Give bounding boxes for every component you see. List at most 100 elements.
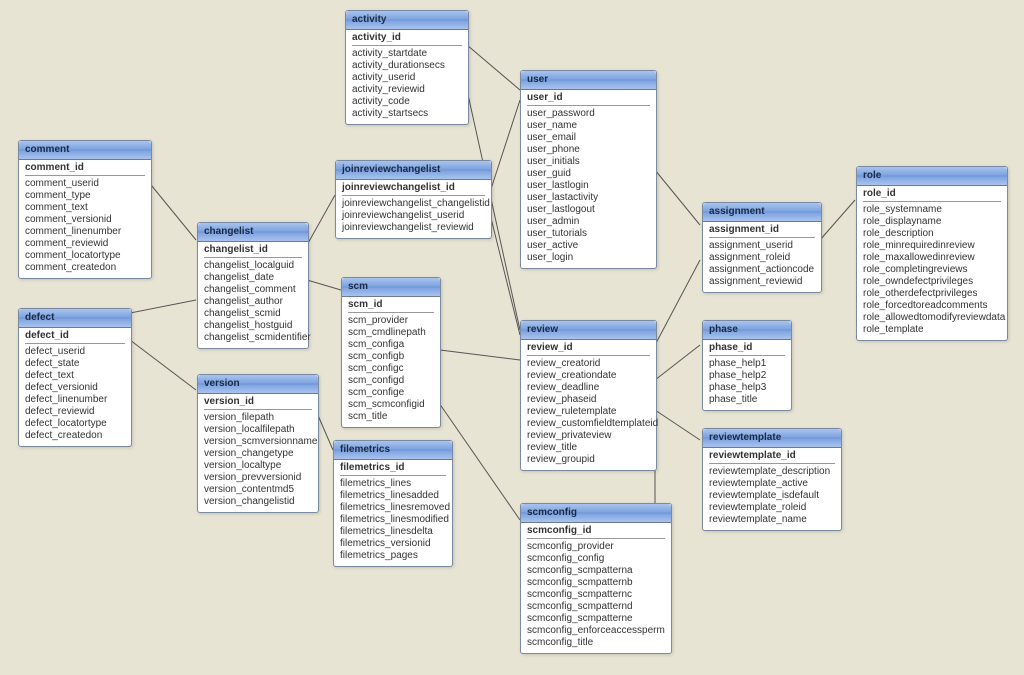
field: scmconfig_enforceaccessperm — [527, 625, 665, 637]
primary-key: changelist_id — [204, 244, 302, 258]
field: comment_text — [25, 202, 145, 214]
field: defect_reviewid — [25, 406, 125, 418]
field: scmconfig_scmpatternd — [527, 601, 665, 613]
field: scm_configa — [348, 339, 434, 351]
field: comment_reviewid — [25, 238, 145, 250]
primary-key: phase_id — [709, 342, 785, 356]
field: version_contentmd5 — [204, 484, 312, 496]
field: version_changetype — [204, 448, 312, 460]
field: reviewtemplate_name — [709, 514, 835, 526]
field: filemetrics_pages — [340, 550, 446, 562]
field: assignment_roleid — [709, 252, 815, 264]
entity-body: role_idrole_systemnamerole_displaynamero… — [857, 186, 1007, 340]
field: filemetrics_versionid — [340, 538, 446, 550]
entity-title: filemetrics — [334, 441, 452, 460]
field: version_scmversionname — [204, 436, 312, 448]
field: scm_scmconfigid — [348, 399, 434, 411]
entity-body: phase_idphase_help1phase_help2phase_help… — [703, 340, 791, 410]
field: scmconfig_provider — [527, 541, 665, 553]
entity-scm[interactable]: scmscm_idscm_providerscm_cmdlinepathscm_… — [341, 277, 441, 428]
field: assignment_actioncode — [709, 264, 815, 276]
primary-key: reviewtemplate_id — [709, 450, 835, 464]
field: phase_help1 — [709, 358, 785, 370]
entity-title: changelist — [198, 223, 308, 242]
entity-title: joinreviewchangelist — [336, 161, 491, 180]
entity-title: defect — [19, 309, 131, 328]
entity-body: assignment_idassignment_useridassignment… — [703, 222, 821, 292]
field: role_forcedtoreadcomments — [863, 300, 1001, 312]
entity-title: scm — [342, 278, 440, 297]
entity-body: joinreviewchangelist_id joinreviewchangel… — [336, 180, 491, 238]
entity-assignment[interactable]: assignmentassignment_idassignment_userid… — [702, 202, 822, 293]
field: user_tutorials — [527, 228, 650, 240]
entity-defect[interactable]: defectdefect_iddefect_useriddefect_state… — [18, 308, 132, 447]
field: comment_type — [25, 190, 145, 202]
entity-body: scmconfig_idscmconfig_providerscmconfig_… — [521, 523, 671, 653]
field: role_displayname — [863, 216, 1001, 228]
field: defect_state — [25, 358, 125, 370]
entity-title: assignment — [703, 203, 821, 222]
entity-phase[interactable]: phasephase_idphase_help1phase_help2phase… — [702, 320, 792, 411]
field: comment_userid — [25, 178, 145, 190]
entity-title: phase — [703, 321, 791, 340]
field: review_phaseid — [527, 394, 650, 406]
entity-version[interactable]: versionversion_idversion_filepathversion… — [197, 374, 319, 513]
field: changelist_date — [204, 272, 302, 284]
entity-body: defect_iddefect_useriddefect_statedefect… — [19, 328, 131, 446]
primary-key: joinreviewchangelist_id — [342, 182, 485, 196]
entity-scmconfig[interactable]: scmconfigscmconfig_idscmconfig_providers… — [520, 503, 672, 654]
entity-changelist[interactable]: changelistchangelist_idchangelist_localg… — [197, 222, 309, 349]
entity-reviewtemplate[interactable]: reviewtemplatereviewtemplate_idreviewtem… — [702, 428, 842, 531]
field: user_admin — [527, 216, 650, 228]
entity-body: reviewtemplate_idreviewtemplate_descript… — [703, 448, 841, 530]
field: version_localtype — [204, 460, 312, 472]
field: changelist_scmid — [204, 308, 302, 320]
field: user_name — [527, 120, 650, 132]
entity-body: scm_idscm_providerscm_cmdlinepathscm_con… — [342, 297, 440, 427]
field: changelist_hostguid — [204, 320, 302, 332]
field: assignment_reviewid — [709, 276, 815, 288]
field: activity_durationsecs — [352, 60, 462, 72]
field: scm_title — [348, 411, 434, 423]
field: role_minrequiredinreview — [863, 240, 1001, 252]
field: defect_linenumber — [25, 394, 125, 406]
entity-title: review — [521, 321, 656, 340]
field: user_email — [527, 132, 650, 144]
field: role_completingreviews — [863, 264, 1001, 276]
field: scmconfig_scmpatterne — [527, 613, 665, 625]
field: defect_userid — [25, 346, 125, 358]
entity-joinreviewchangelist[interactable]: joinreviewchangelistjoinreviewchangelist… — [335, 160, 492, 239]
field: changelist_comment — [204, 284, 302, 296]
entity-title: version — [198, 375, 318, 394]
field: role_template — [863, 324, 1001, 336]
field: reviewtemplate_roleid — [709, 502, 835, 514]
field: review_privateview — [527, 430, 650, 442]
field: comment_locatortype — [25, 250, 145, 262]
entity-role[interactable]: rolerole_idrole_systemnamerole_displayna… — [856, 166, 1008, 341]
entity-review[interactable]: reviewreview_idreview_creatoridreview_cr… — [520, 320, 657, 471]
field: comment_createdon — [25, 262, 145, 274]
entity-user[interactable]: useruser_iduser_passworduser_nameuser_em… — [520, 70, 657, 269]
field: joinreviewchangelist_changelistid — [342, 198, 485, 210]
entity-activity[interactable]: activityactivity_idactivity_startdateact… — [345, 10, 469, 125]
field: version_prevversionid — [204, 472, 312, 484]
primary-key: role_id — [863, 188, 1001, 202]
field: scmconfig_scmpatternc — [527, 589, 665, 601]
field: user_lastlogout — [527, 204, 650, 216]
field: phase_title — [709, 394, 785, 406]
field: filemetrics_linesdelta — [340, 526, 446, 538]
primary-key: version_id — [204, 396, 312, 410]
entity-filemetrics[interactable]: filemetrics filemetrics_id filemetrics_lin… — [333, 440, 453, 567]
field: assignment_userid — [709, 240, 815, 252]
entity-body: review_idreview_creatoridreview_creation… — [521, 340, 656, 470]
field: user_initials — [527, 156, 650, 168]
field: user_password — [527, 108, 650, 120]
entity-body: changelist_idchangelist_localguidchangel… — [198, 242, 308, 348]
entity-comment[interactable]: commentcomment_idcomment_useridcomment_t… — [18, 140, 152, 279]
field: scm_cmdlinepath — [348, 327, 434, 339]
entity-title: scmconfig — [521, 504, 671, 523]
field: scmconfig_config — [527, 553, 665, 565]
field: review_customfieldtemplateid — [527, 418, 650, 430]
field: comment_linenumber — [25, 226, 145, 238]
primary-key: filemetrics_id — [340, 462, 446, 476]
